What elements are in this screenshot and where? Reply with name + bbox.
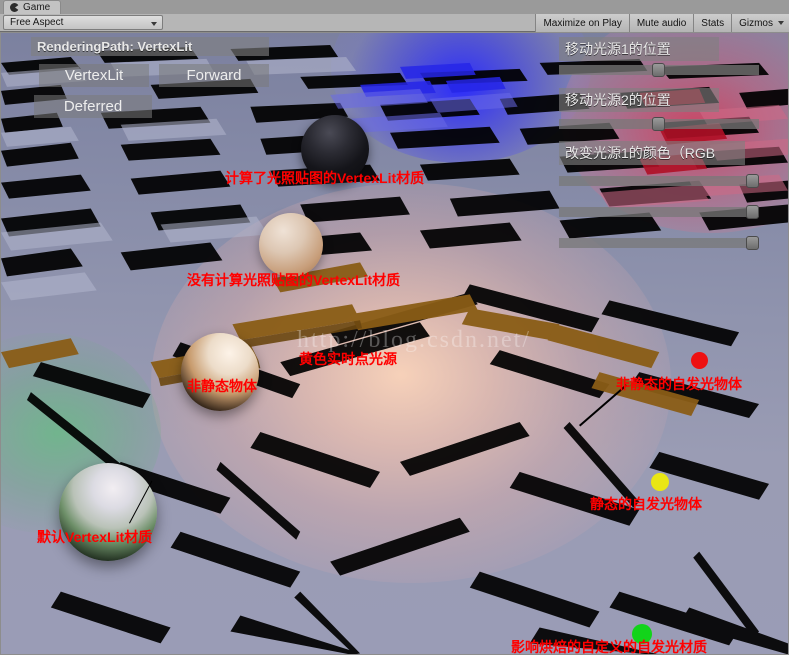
light1-position-label: 移动光源1的位置 (559, 37, 719, 61)
game-viewport[interactable]: http://blog.csdn.net/ RenderingPath: Ver… (0, 32, 789, 655)
light1-position-label-text: 移动光源1的位置 (565, 41, 671, 57)
maximize-on-play-button[interactable]: Maximize on Play (535, 14, 629, 32)
light1-red-slider-knob[interactable] (746, 174, 759, 188)
mute-audio-label: Mute audio (636, 17, 687, 29)
forward-button[interactable]: Forward (159, 64, 269, 87)
light2-position-slider-knob[interactable] (652, 117, 665, 131)
gizmos-button[interactable]: Gizmos (731, 14, 789, 32)
mute-audio-button[interactable]: Mute audio (628, 14, 694, 32)
marker-yellow-dot (651, 473, 669, 491)
light1-color-label: 改变光源1的颜色（RGB (559, 141, 745, 165)
light1-position-slider[interactable] (559, 63, 759, 77)
light1-position-slider-knob[interactable] (652, 63, 665, 77)
sphere-non-lightmapped (259, 213, 323, 277)
light1-green-slider[interactable] (559, 205, 759, 219)
light1-green-slider-knob[interactable] (746, 205, 759, 219)
rendering-path-value: RenderingPath: VertexLit (37, 39, 193, 54)
chevron-down-icon (151, 22, 157, 26)
game-view-toolbar: Free Aspect Maximize on Play Mute audio … (0, 14, 789, 32)
light2-position-label-text: 移动光源2的位置 (565, 92, 671, 108)
anno-non-lightmapped-vertexlit: 没有计算光照贴图的VertexLit材质 (187, 272, 401, 288)
maximize-on-play-label: Maximize on Play (543, 17, 622, 29)
toolbar-right-group: Maximize on Play Mute audio Stats Gizmos (535, 14, 789, 32)
marker-red-dot (691, 352, 708, 369)
tab-game-label: Game (23, 2, 51, 13)
tab-game[interactable]: Game (3, 0, 62, 14)
unity-logo-icon (10, 3, 19, 12)
gizmos-label: Gizmos (739, 17, 773, 29)
anno-custom-emissive-material: 影响烘焙的自定义的自发光材质 (511, 639, 707, 655)
light2-position-slider[interactable] (559, 117, 759, 131)
aspect-ratio-dropdown[interactable]: Free Aspect (3, 15, 163, 30)
light1-red-slider[interactable] (559, 174, 759, 188)
light1-color-label-text: 改变光源1的颜色（RGB (565, 145, 716, 161)
sphere-non-static-object (181, 333, 259, 411)
anno-non-static-emissive-object: 非静态的自发光物体 (616, 376, 742, 392)
deferred-button-label: Deferred (63, 98, 123, 115)
light1-blue-slider-knob[interactable] (746, 236, 759, 250)
rendering-path-label: RenderingPath: VertexLit (31, 37, 269, 56)
anno-lightmapped-vertexlit: 计算了光照贴图的VertexLit材质 (225, 170, 425, 186)
light1-blue-slider[interactable] (559, 236, 759, 250)
stats-label: Stats (701, 17, 725, 29)
aspect-ratio-value: Free Aspect (10, 17, 64, 28)
vertexlit-button-label: VertexLit (64, 67, 124, 84)
anno-default-vertexlit-material: 默认VertexLit材质 (37, 529, 153, 545)
forward-button-label: Forward (186, 67, 242, 84)
vertexlit-button[interactable]: VertexLit (39, 64, 149, 87)
deferred-button[interactable]: Deferred (34, 95, 152, 118)
anno-static-emissive-object: 静态的自发光物体 (590, 496, 702, 512)
anno-non-static-object: 非静态物体 (187, 378, 257, 394)
unity-editor-game-window: Game Free Aspect Maximize on Play Mute a… (0, 0, 789, 655)
anno-yellow-realtime-point-light: 黄色实时点光源 (299, 351, 397, 367)
light2-position-label: 移动光源2的位置 (559, 88, 719, 112)
stats-button[interactable]: Stats (693, 14, 732, 32)
rendered-scene: http://blog.csdn.net/ RenderingPath: Ver… (1, 33, 788, 654)
window-tabstrip: Game (0, 0, 789, 15)
chevron-down-icon (778, 21, 784, 25)
